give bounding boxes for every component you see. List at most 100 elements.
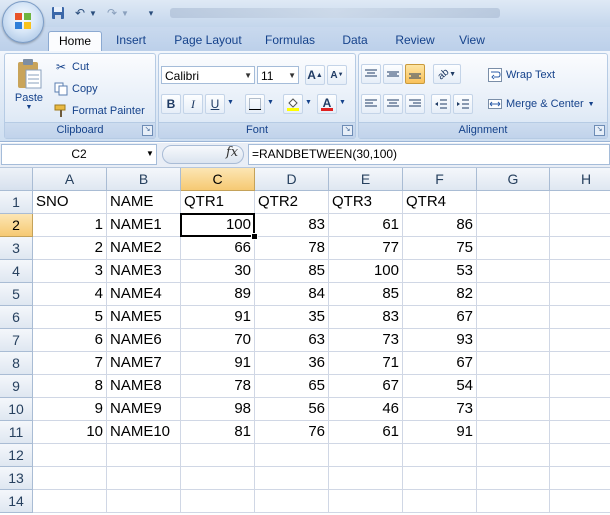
- cell-g5[interactable]: [477, 283, 550, 306]
- customize-qat-icon[interactable]: ▾: [146, 4, 156, 22]
- tab-view[interactable]: View: [452, 31, 492, 51]
- cell-d7[interactable]: 63: [255, 329, 329, 352]
- cell-e5[interactable]: 85: [329, 283, 403, 306]
- cell-h11[interactable]: [550, 421, 610, 444]
- grow-font-icon[interactable]: A ▲: [305, 65, 325, 85]
- copy-button[interactable]: Copy: [53, 81, 98, 97]
- cell-f6[interactable]: 67: [403, 306, 477, 329]
- cell-b2[interactable]: NAME1: [107, 214, 181, 237]
- shrink-font-icon[interactable]: A ▼: [327, 65, 347, 85]
- wrap-text-button[interactable]: Wrap Text: [487, 67, 555, 83]
- cell-b12[interactable]: [107, 444, 181, 467]
- cell-a7[interactable]: 6: [33, 329, 107, 352]
- office-button[interactable]: [2, 1, 44, 43]
- cell-g10[interactable]: [477, 398, 550, 421]
- fill-color-dropdown-icon[interactable]: ▼: [305, 99, 312, 106]
- cell-e11[interactable]: 61: [329, 421, 403, 444]
- row-header-14[interactable]: 14: [0, 490, 33, 513]
- cell-f10[interactable]: 73: [403, 398, 477, 421]
- cell-a1[interactable]: SNO: [33, 191, 107, 214]
- cell-h10[interactable]: [550, 398, 610, 421]
- save-icon[interactable]: [50, 4, 66, 22]
- cell-f4[interactable]: 53: [403, 260, 477, 283]
- cell-e3[interactable]: 77: [329, 237, 403, 260]
- cell-e4[interactable]: 100: [329, 260, 403, 283]
- cell-d8[interactable]: 36: [255, 352, 329, 375]
- column-header-h[interactable]: H: [550, 168, 610, 191]
- row-header-4[interactable]: 4: [0, 260, 33, 283]
- cell-d4[interactable]: 85: [255, 260, 329, 283]
- cell-c1[interactable]: QTR1: [181, 191, 255, 214]
- tab-home[interactable]: Home: [48, 31, 102, 52]
- cell-e9[interactable]: 67: [329, 375, 403, 398]
- cell-c12[interactable]: [181, 444, 255, 467]
- cell-g6[interactable]: [477, 306, 550, 329]
- select-all-corner[interactable]: [0, 168, 33, 191]
- cell-e10[interactable]: 46: [329, 398, 403, 421]
- align-bottom-icon[interactable]: [405, 64, 425, 84]
- cell-b1[interactable]: NAME: [107, 191, 181, 214]
- align-middle-icon[interactable]: [383, 64, 403, 84]
- name-box-dropdown-icon[interactable]: ▼: [146, 149, 154, 158]
- cell-d13[interactable]: [255, 467, 329, 490]
- cell-b4[interactable]: NAME3: [107, 260, 181, 283]
- row-header-2[interactable]: 2: [0, 214, 33, 237]
- column-header-c[interactable]: C: [181, 168, 255, 191]
- cell-c11[interactable]: 81: [181, 421, 255, 444]
- row-header-3[interactable]: 3: [0, 237, 33, 260]
- cell-g13[interactable]: [477, 467, 550, 490]
- cell-h2[interactable]: [550, 214, 610, 237]
- cell-e2[interactable]: 61: [329, 214, 403, 237]
- name-box[interactable]: C2: [1, 144, 157, 165]
- increase-indent-icon[interactable]: [453, 94, 473, 114]
- cell-f12[interactable]: [403, 444, 477, 467]
- cell-d6[interactable]: 35: [255, 306, 329, 329]
- cell-h8[interactable]: [550, 352, 610, 375]
- align-left-icon[interactable]: [361, 94, 381, 114]
- cell-e8[interactable]: 71: [329, 352, 403, 375]
- cell-c8[interactable]: 91: [181, 352, 255, 375]
- column-header-a[interactable]: A: [33, 168, 107, 191]
- cell-a3[interactable]: 2: [33, 237, 107, 260]
- align-top-icon[interactable]: [361, 64, 381, 84]
- undo-dropdown-icon[interactable]: ▼: [88, 4, 98, 22]
- cell-b6[interactable]: NAME5: [107, 306, 181, 329]
- cell-b11[interactable]: NAME10: [107, 421, 181, 444]
- cell-b3[interactable]: NAME2: [107, 237, 181, 260]
- cell-h5[interactable]: [550, 283, 610, 306]
- font-color-icon[interactable]: A: [317, 94, 337, 114]
- cell-g14[interactable]: [477, 490, 550, 513]
- cell-h13[interactable]: [550, 467, 610, 490]
- cell-b8[interactable]: NAME7: [107, 352, 181, 375]
- cell-f7[interactable]: 93: [403, 329, 477, 352]
- cell-e7[interactable]: 73: [329, 329, 403, 352]
- cell-c13[interactable]: [181, 467, 255, 490]
- cell-d11[interactable]: 76: [255, 421, 329, 444]
- row-header-11[interactable]: 11: [0, 421, 33, 444]
- cell-c9[interactable]: 78: [181, 375, 255, 398]
- cell-d2[interactable]: 83: [255, 214, 329, 237]
- italic-button[interactable]: I: [183, 94, 203, 114]
- cell-h4[interactable]: [550, 260, 610, 283]
- cell-b9[interactable]: NAME8: [107, 375, 181, 398]
- cut-button[interactable]: ✂ Cut: [53, 59, 89, 75]
- cell-a11[interactable]: 10: [33, 421, 107, 444]
- cell-f11[interactable]: 91: [403, 421, 477, 444]
- cell-h12[interactable]: [550, 444, 610, 467]
- row-header-6[interactable]: 6: [0, 306, 33, 329]
- orientation-icon[interactable]: ab ▼: [433, 64, 461, 84]
- cell-a14[interactable]: [33, 490, 107, 513]
- fill-handle[interactable]: [251, 233, 258, 240]
- cell-e12[interactable]: [329, 444, 403, 467]
- underline-button[interactable]: U: [205, 94, 225, 114]
- tab-data[interactable]: Data: [333, 31, 377, 51]
- cell-g9[interactable]: [477, 375, 550, 398]
- cell-f5[interactable]: 82: [403, 283, 477, 306]
- row-header-10[interactable]: 10: [0, 398, 33, 421]
- cell-f13[interactable]: [403, 467, 477, 490]
- merge-center-button[interactable]: Merge & Center ▼: [487, 96, 595, 112]
- cell-b5[interactable]: NAME4: [107, 283, 181, 306]
- align-center-icon[interactable]: [383, 94, 403, 114]
- borders-icon[interactable]: [245, 94, 265, 114]
- column-header-g[interactable]: G: [477, 168, 550, 191]
